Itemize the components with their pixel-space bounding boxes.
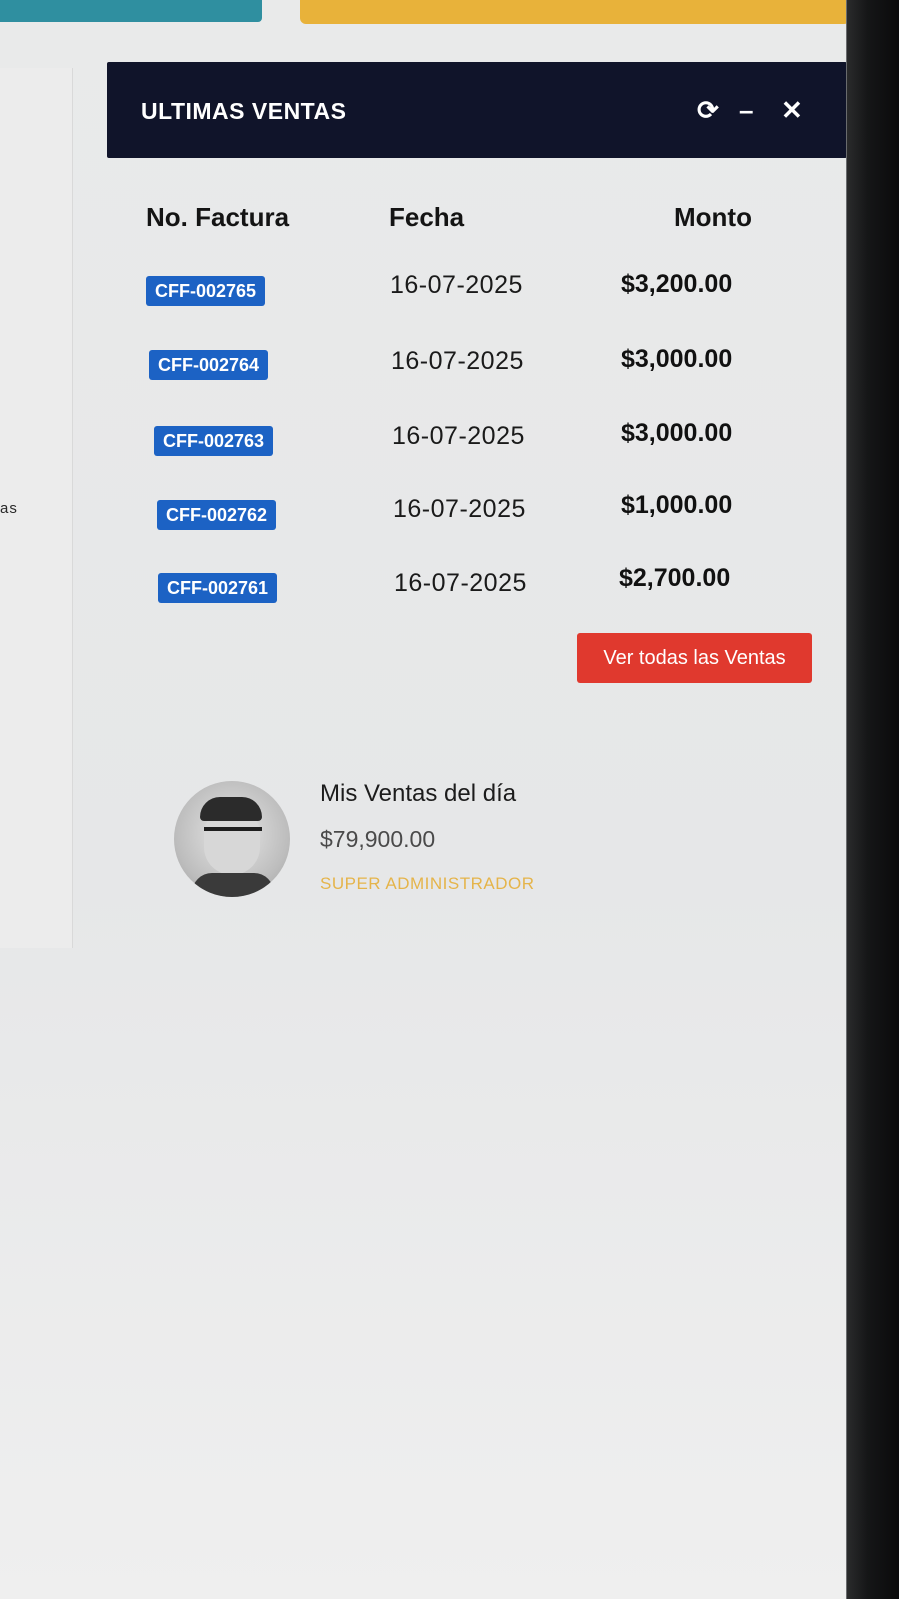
widget-header: ULTIMAS VENTAS ⟳ – ✕ [107, 62, 847, 158]
invoice-badge[interactable]: CFF-002763 [154, 426, 274, 456]
minimize-icon[interactable]: – [739, 92, 753, 128]
row-amount: $3,000.00 [621, 345, 733, 373]
widget-title: ULTIMAS VENTAS [141, 98, 347, 124]
row-date: 16-07-2025 [393, 495, 526, 523]
invoice-badge[interactable]: CFF-002765 [146, 276, 266, 306]
column-header-amount: Monto [674, 202, 752, 232]
row-amount: $1,000.00 [621, 491, 733, 519]
avatar [174, 781, 290, 897]
close-icon[interactable]: ✕ [781, 92, 803, 128]
dashboard-tile-yellow[interactable] [300, 0, 850, 24]
profile-sales-amount: $79,900.00 [320, 826, 436, 852]
row-amount: $3,000.00 [621, 419, 733, 447]
invoice-badge[interactable]: CFF-002764 [149, 350, 269, 380]
avatar-shirt [192, 873, 274, 897]
profile-role: SUPER ADMINISTRADOR [320, 874, 535, 893]
row-amount: $2,700.00 [619, 564, 731, 592]
invoice-badge[interactable]: CFF-002761 [158, 573, 278, 603]
row-amount: $3,200.00 [621, 270, 733, 298]
avatar-glasses [204, 827, 262, 843]
row-date: 16-07-2025 [392, 422, 525, 450]
column-header-invoice: No. Factura [146, 202, 290, 232]
avatar-hair [200, 797, 262, 821]
left-panel-text: as [0, 500, 18, 517]
view-all-sales-button[interactable]: Ver todas las Ventas [577, 633, 812, 683]
screen: as ULTIMAS VENTAS ⟳ – ✕ No. Factura Fech… [0, 0, 850, 1599]
column-header-date: Fecha [389, 202, 465, 232]
left-panel: as [0, 68, 73, 948]
profile-sales-title: Mis Ventas del día [320, 780, 517, 807]
row-date: 16-07-2025 [394, 569, 527, 597]
invoice-badge[interactable]: CFF-002762 [157, 500, 277, 530]
row-date: 16-07-2025 [391, 347, 524, 375]
refresh-icon[interactable]: ⟳ [697, 92, 719, 128]
row-date: 16-07-2025 [390, 271, 523, 299]
monitor-bezel [847, 0, 899, 1599]
dashboard-tile-teal[interactable] [0, 0, 262, 22]
